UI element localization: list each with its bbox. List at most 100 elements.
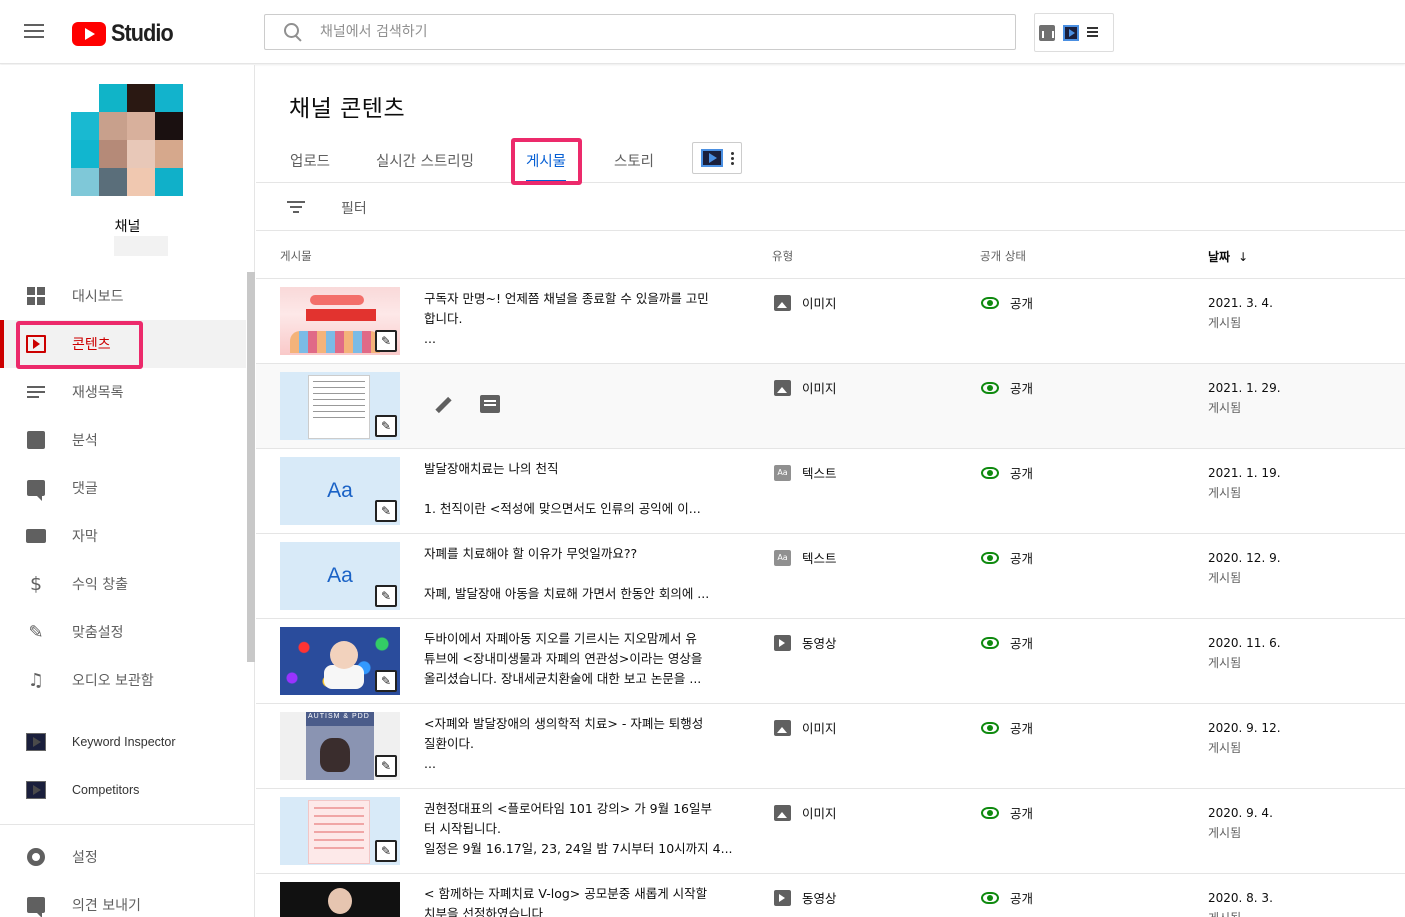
post-thumbnail[interactable]: ✎ xyxy=(280,797,400,865)
top-app-bar: Studio xyxy=(0,0,1405,64)
post-thumbnail[interactable]: AUTISM & PDD ✎ xyxy=(280,712,400,780)
table-row[interactable]: ✎ 두바이에서 자폐아동 지오를 기르시는 지오맘께서 유 튜브에 <장내미생물… xyxy=(256,619,1405,704)
image-icon xyxy=(774,379,791,396)
search-box[interactable] xyxy=(264,14,1016,50)
sidebar-scrollbar[interactable] xyxy=(247,272,255,662)
stats-extension-icon[interactable] xyxy=(1039,24,1055,41)
comment-icon xyxy=(25,477,47,501)
visibility-status[interactable]: 공개 xyxy=(981,548,1033,567)
sidebar-item-competitors[interactable]: Competitors xyxy=(0,766,246,814)
edit-icon[interactable]: ✎ xyxy=(375,755,397,777)
table-row[interactable]: < 함께하는 자폐치료 V-log> 공모분중 새롭게 시작할 치부을 선정하였… xyxy=(256,874,1405,917)
pencil-icon[interactable] xyxy=(432,395,454,417)
sidebar-item-label: 재생목록 xyxy=(72,385,124,401)
filter-bar[interactable]: 필터 xyxy=(256,184,1405,231)
post-date: 2021. 3. 4. 게시됨 xyxy=(1208,293,1273,333)
table-row[interactable]: ✎ 이미지 공개 2021. 1. 29. 게시됨 xyxy=(256,364,1405,449)
visibility-status[interactable]: 공개 xyxy=(981,633,1033,652)
sidebar-item-playlists[interactable]: 재생목록 xyxy=(0,368,246,416)
column-header-date[interactable]: 날짜 ↓ xyxy=(1208,247,1248,267)
visibility-status[interactable]: 공개 xyxy=(981,888,1033,907)
post-text-line: 권현정대표의 <플로어타임 101 강의> 가 9월 16일부 xyxy=(424,801,713,816)
sidebar-item-customization[interactable]: ✎ 맞춤설정 xyxy=(0,608,246,656)
table-row[interactable]: Aa ✎ 발달장애치료는 나의 천직 1. 천직이란 <적성에 맞으면서도 인류… xyxy=(256,449,1405,534)
youtube-logo-icon xyxy=(72,22,106,46)
channel-subtitle-redacted xyxy=(114,236,168,256)
visibility-label: 공개 xyxy=(1010,891,1034,906)
vidiq-tab-button[interactable] xyxy=(692,142,742,174)
sidebar-item-keyword-inspector[interactable]: Keyword Inspector xyxy=(0,718,246,766)
post-type-label: 이미지 xyxy=(802,296,837,311)
post-text[interactable]: 두바이에서 자폐아동 지오를 기르시는 지오맘께서 유 튜브에 <장내미생물과 … xyxy=(424,629,736,689)
edit-icon[interactable]: ✎ xyxy=(375,585,397,607)
publish-status: 게시됨 xyxy=(1208,486,1242,500)
tab-live[interactable]: 실시간 스트리밍 xyxy=(376,137,474,183)
sidebar-item-audio-library[interactable]: ♫ 오디오 보관함 xyxy=(0,656,246,704)
more-vert-icon[interactable] xyxy=(731,150,734,167)
sidebar-item-dashboard[interactable]: 대시보드 xyxy=(0,272,246,320)
menu-icon[interactable] xyxy=(24,24,46,40)
post-date: 2020. 12. 9. 게시됨 xyxy=(1208,548,1281,588)
sidebar-item-feedback[interactable]: 의견 보내기 xyxy=(0,881,246,917)
edit-icon[interactable]: ✎ xyxy=(375,670,397,692)
post-date: 2020. 9. 12. 게시됨 xyxy=(1208,718,1281,758)
post-type-label: 이미지 xyxy=(802,806,837,821)
subtitles-icon xyxy=(25,525,47,547)
post-text[interactable]: 발달장애치료는 나의 천직 1. 천직이란 <적성에 맞으면서도 인류의 공익에… xyxy=(424,459,736,519)
post-thumbnail[interactable]: Aa ✎ xyxy=(280,542,400,610)
playlist-icon xyxy=(25,381,47,403)
post-text-line: ... xyxy=(424,756,436,771)
edit-icon[interactable]: ✎ xyxy=(375,330,397,352)
sidebar-item-label: Competitors xyxy=(72,783,140,797)
date-value: 2020. 12. 9. xyxy=(1208,551,1281,565)
extension-menu-icon[interactable] xyxy=(1087,25,1103,41)
channel-avatar[interactable] xyxy=(71,84,183,196)
post-thumbnail[interactable]: ✎ xyxy=(280,627,400,695)
table-row[interactable]: AUTISM & PDD ✎ <자폐와 발달장애의 생의학적 치료> - 자폐는… xyxy=(256,704,1405,789)
search-icon[interactable] xyxy=(283,22,303,42)
sort-arrow-down-icon[interactable]: ↓ xyxy=(1238,247,1248,267)
post-type: Aa 텍스트 xyxy=(774,463,837,482)
filter-icon[interactable] xyxy=(287,201,305,215)
post-text[interactable]: 구독자 만명~! 언제쯤 채널을 종료할 수 있을까를 고민 합니다. ... xyxy=(424,289,736,349)
vidiq-extension-icon[interactable] xyxy=(1063,24,1079,41)
sidebar-item-subtitles[interactable]: 자막 xyxy=(0,512,246,560)
post-thumbnail[interactable] xyxy=(280,882,400,917)
edit-icon[interactable]: ✎ xyxy=(375,500,397,522)
visibility-status[interactable]: 공개 xyxy=(981,463,1033,482)
sidebar-item-settings[interactable]: 설정 xyxy=(0,833,246,881)
posts-table: ✎ 구독자 만명~! 언제쯤 채널을 종료할 수 있을까를 고민 합니다. ..… xyxy=(256,279,1405,917)
post-thumbnail[interactable]: ✎ xyxy=(280,372,400,440)
sidebar-item-monetization[interactable]: $ 수익 창출 xyxy=(0,560,246,608)
comment-icon[interactable] xyxy=(480,395,500,413)
table-row[interactable]: Aa ✎ 자폐를 치료해야 할 이유가 무엇일까요?? 자폐, 발달장애 아동을… xyxy=(256,534,1405,619)
dashboard-icon xyxy=(25,285,47,307)
visibility-status[interactable]: 공개 xyxy=(981,378,1033,397)
post-text-line xyxy=(424,479,736,499)
post-text[interactable]: 자폐를 치료해야 할 이유가 무엇일까요?? 자폐, 발달장애 아동을 치료해 … xyxy=(424,544,736,604)
edit-icon[interactable]: ✎ xyxy=(375,840,397,862)
visibility-label: 공개 xyxy=(1010,296,1034,311)
visibility-label: 공개 xyxy=(1010,551,1034,566)
post-text[interactable]: < 함께하는 자폐치료 V-log> 공모분중 새롭게 시작할 치부을 선정하였… xyxy=(424,884,736,917)
search-input[interactable] xyxy=(320,24,960,40)
post-thumbnail[interactable]: Aa ✎ xyxy=(280,457,400,525)
studio-logo[interactable]: Studio xyxy=(72,20,180,48)
edit-icon[interactable]: ✎ xyxy=(375,415,397,437)
post-text[interactable]: 권현정대표의 <플로어타임 101 강의> 가 9월 16일부 터 시작됩니다.… xyxy=(424,799,736,859)
visibility-status[interactable]: 공개 xyxy=(981,803,1033,822)
filter-input[interactable]: 필터 xyxy=(341,198,367,218)
post-type: 동영상 xyxy=(774,888,837,907)
visibility-label: 공개 xyxy=(1010,466,1034,481)
sidebar-item-analytics[interactable]: 분석 xyxy=(0,416,246,464)
tab-uploads[interactable]: 업로드 xyxy=(290,137,330,183)
post-text[interactable]: <자폐와 발달장애의 생의학적 치료> - 자폐는 퇴행성 질환이다. ... xyxy=(424,714,736,774)
visibility-status[interactable]: 공개 xyxy=(981,718,1033,737)
table-row[interactable]: ✎ 구독자 만명~! 언제쯤 채널을 종료할 수 있을까를 고민 합니다. ..… xyxy=(256,279,1405,364)
visibility-status[interactable]: 공개 xyxy=(981,293,1033,312)
sidebar-item-comments[interactable]: 댓글 xyxy=(0,464,246,512)
table-row[interactable]: ✎ 권현정대표의 <플로어타임 101 강의> 가 9월 16일부 터 시작됩니… xyxy=(256,789,1405,874)
post-thumbnail[interactable]: ✎ xyxy=(280,287,400,355)
sidebar-item-label: 수익 창출 xyxy=(72,577,128,593)
tab-stories[interactable]: 스토리 xyxy=(614,137,654,183)
